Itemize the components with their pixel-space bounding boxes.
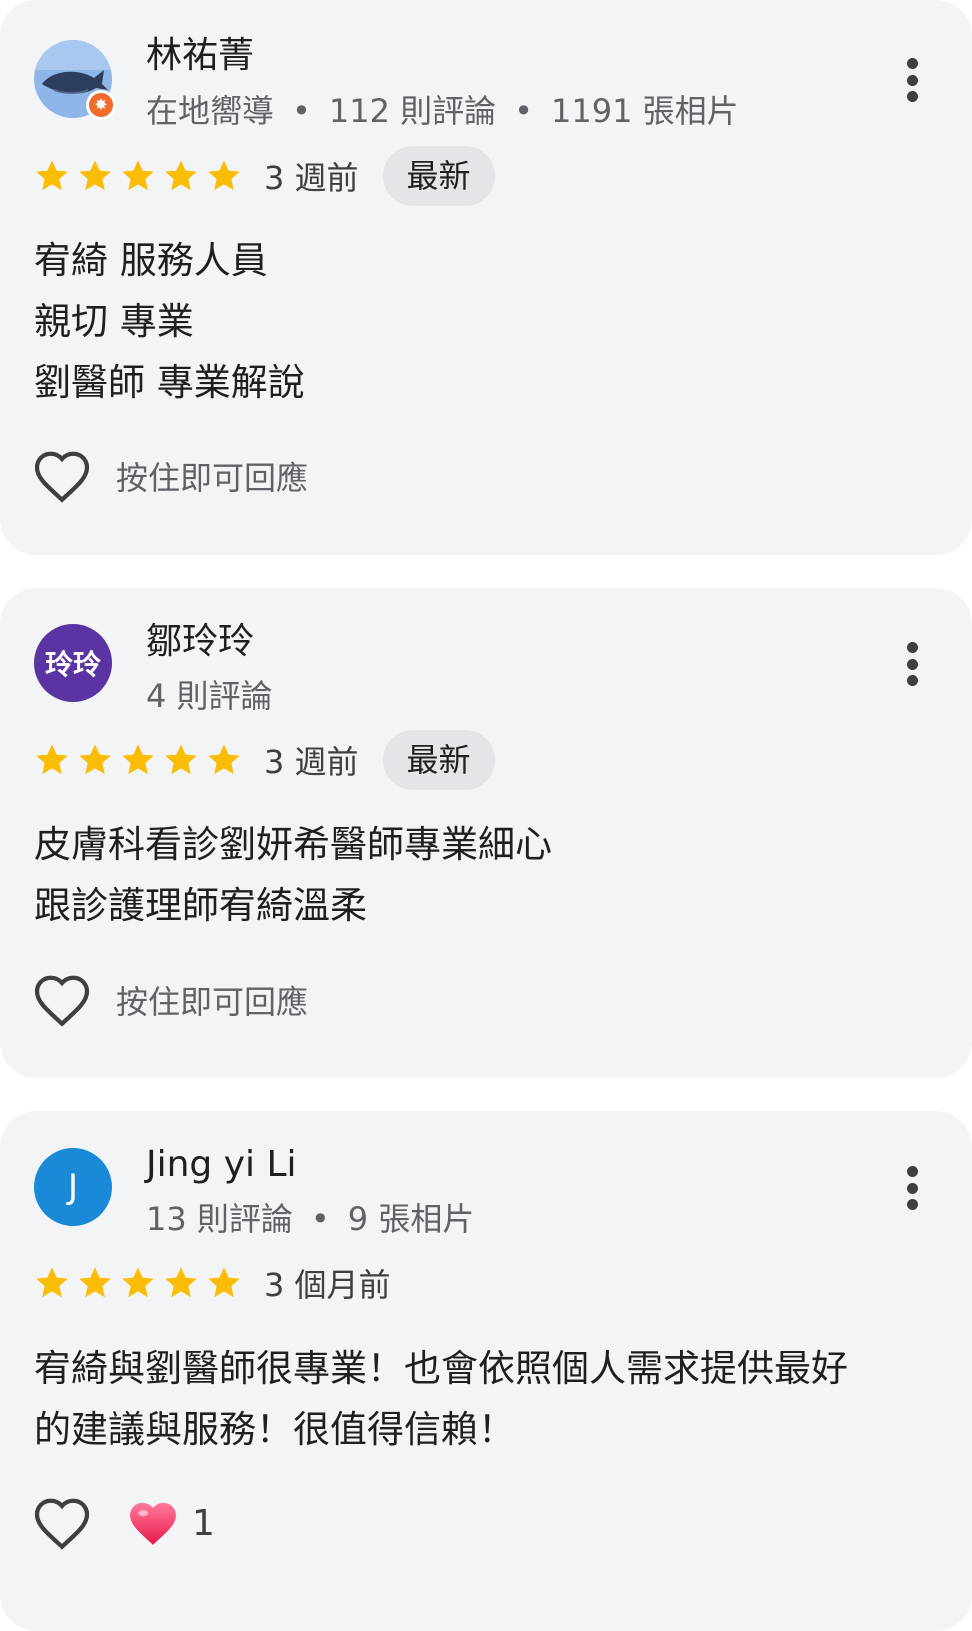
author-meta: 13 則評論 • 9 張相片 (146, 1199, 474, 1239)
rating-row: 3 週前 最新 (34, 730, 495, 790)
reaction-count: 1 (192, 1502, 215, 1544)
dot-icon (906, 658, 918, 670)
review-time: 3 個月前 (264, 1266, 391, 1304)
review-time: 3 週前 (264, 159, 359, 197)
reaction-row: 按住即可回應 (32, 970, 308, 1030)
avatar[interactable]: 玲玲 (34, 624, 112, 702)
separator-dot: • (514, 92, 534, 130)
reaction-summary[interactable]: 1 (126, 1499, 215, 1547)
star-icon (122, 160, 154, 191)
star-icon (79, 160, 111, 191)
photo-count: 1191 張相片 (551, 92, 739, 130)
avatar[interactable]: J (34, 1148, 112, 1226)
review-line: 宥綺與劉醫師很專業！也會依照個人需求提供最好 (34, 1347, 848, 1390)
star-icon (165, 1267, 197, 1298)
heart-outline-icon[interactable] (32, 1495, 92, 1551)
review-text: 宥綺 服務人員 親切 專業 劉醫師 專業解說 (34, 230, 934, 413)
dot-icon (906, 91, 918, 102)
star-icon (208, 160, 240, 191)
star-icon (208, 744, 240, 775)
star-icon (165, 160, 197, 191)
review-count: 4 則評論 (146, 677, 273, 715)
star-icon (79, 744, 111, 775)
review-card: 玲玲 鄒玲玲 4 則評論 3 週前 最新 皮膚科看診劉妍希醫師專業細心 跟診護理… (0, 588, 972, 1078)
reaction-row: 按住即可回應 (32, 446, 308, 506)
dot-icon (906, 74, 918, 86)
author-meta: 4 則評論 (146, 676, 273, 716)
dot-icon (906, 1166, 918, 1177)
star-icon (36, 744, 68, 775)
star-rating (34, 742, 242, 778)
avatar-initials: 玲玲 (44, 648, 101, 681)
star-icon (165, 744, 197, 775)
star-icon (36, 1267, 68, 1298)
more-options-button[interactable] (898, 636, 926, 692)
review-line: 親切 專業 (34, 300, 194, 343)
dot-icon (906, 1182, 918, 1194)
author-name[interactable]: Jing yi Li (146, 1143, 297, 1187)
star-icon (208, 1267, 240, 1298)
review-text: 皮膚科看診劉妍希醫師專業細心 跟診護理師宥綺溫柔 (34, 814, 934, 936)
heart-icon (130, 1502, 176, 1545)
author-name[interactable]: 林祐菁 (146, 34, 254, 78)
star-rating (34, 1265, 242, 1301)
more-options-button[interactable] (898, 52, 926, 108)
avatar-initials: J (67, 1167, 79, 1207)
reaction-row: 1 (32, 1493, 215, 1553)
rating-row: 3 個月前 (34, 1253, 391, 1313)
dot-icon (906, 58, 918, 69)
review-text: 宥綺與劉醫師很專業！也會依照個人需求提供最好 的建議與服務！很值得信賴！ (34, 1338, 934, 1460)
star-icon (36, 160, 68, 191)
star-icon (122, 744, 154, 775)
dot-icon (906, 1199, 918, 1210)
author-name[interactable]: 鄒玲玲 (146, 620, 254, 664)
review-line: 的建議與服務！很值得信賴！ (34, 1408, 515, 1451)
dot-icon (906, 675, 918, 686)
more-options-button[interactable] (898, 1160, 926, 1216)
review-line: 劉醫師 專業解說 (34, 361, 305, 404)
avatar[interactable]: ✸ (34, 40, 116, 120)
separator-dot: • (292, 92, 311, 130)
star-icon (79, 1267, 111, 1298)
author-meta: 在地嚮導 • 112 則評論 • 1191 張相片 (146, 91, 739, 131)
local-guide-label: 在地嚮導 (146, 92, 275, 130)
heart-outline-icon[interactable] (32, 448, 92, 504)
review-card: J Jing yi Li 13 則評論 • 9 張相片 3 個月前 宥綺與劉醫師很專… (0, 1111, 972, 1631)
star-icon (122, 1267, 154, 1298)
separator-dot: • (310, 1200, 330, 1238)
react-hint: 按住即可回應 (116, 983, 309, 1021)
review-time: 3 週前 (264, 743, 359, 781)
local-guide-badge-icon: ✸ (86, 90, 116, 120)
review-count: 112 則評論 (328, 92, 497, 130)
react-hint: 按住即可回應 (116, 459, 309, 497)
newest-chip: 最新 (382, 730, 495, 790)
review-line: 跟診護理師宥綺溫柔 (34, 884, 367, 927)
review-line: 皮膚科看診劉妍希醫師專業細心 (34, 823, 552, 866)
photo-count: 9 張相片 (347, 1200, 475, 1238)
star-rating (34, 158, 242, 194)
dot-icon (906, 642, 918, 653)
heart-outline-icon[interactable] (32, 972, 92, 1028)
review-line: 宥綺 服務人員 (34, 239, 268, 282)
newest-chip: 最新 (382, 146, 495, 206)
review-count: 13 則評論 (146, 1200, 293, 1238)
rating-row: 3 週前 最新 (34, 146, 495, 206)
review-card: ✸ 林祐菁 在地嚮導 • 112 則評論 • 1191 張相片 3 週前 最新 宥綺 服… (0, 0, 972, 555)
